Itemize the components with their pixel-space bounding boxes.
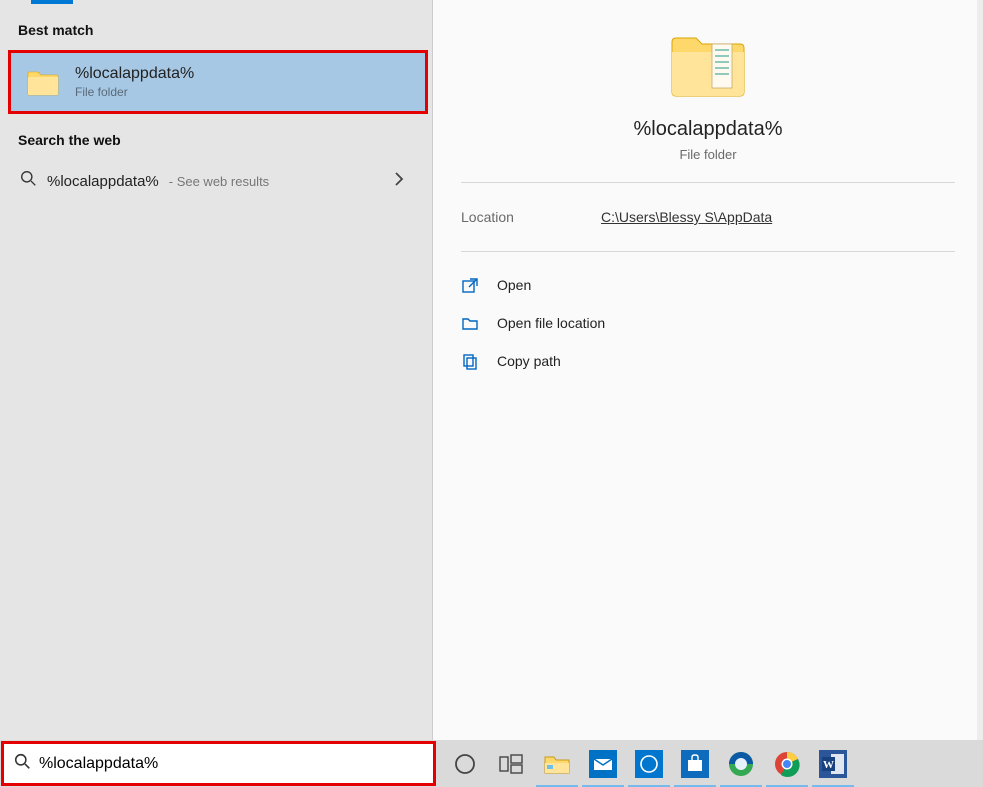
location-label: Location xyxy=(461,209,601,225)
open-file-location-action[interactable]: Open file location xyxy=(461,304,955,342)
web-result-label: %localappdata% xyxy=(47,173,159,190)
edge-browser-icon[interactable] xyxy=(718,740,764,787)
search-input[interactable] xyxy=(39,755,423,773)
search-web-header: Search the web xyxy=(0,114,432,160)
best-match-subtitle: File folder xyxy=(75,85,194,99)
taskbar-search-box[interactable] xyxy=(1,741,436,786)
folder-icon xyxy=(27,68,59,96)
dell-app-icon[interactable] xyxy=(626,740,672,787)
preview-title: %localappdata% xyxy=(634,118,783,141)
best-match-title: %localappdata% xyxy=(75,65,194,83)
folder-open-icon xyxy=(461,314,479,332)
open-file-location-label: Open file location xyxy=(497,315,605,331)
web-result-hint: - See web results xyxy=(169,174,269,189)
search-icon xyxy=(20,170,37,192)
cortana-icon[interactable] xyxy=(442,740,488,787)
location-path-link[interactable]: C:\Users\Blessy S\AppData xyxy=(601,209,772,225)
copy-icon xyxy=(461,352,479,370)
open-icon xyxy=(461,276,479,294)
copy-path-label: Copy path xyxy=(497,353,561,369)
chrome-browser-icon[interactable] xyxy=(764,740,810,787)
open-action[interactable]: Open xyxy=(461,266,955,304)
preview-panel: %localappdata% File folder Location C:\U… xyxy=(432,0,983,740)
scrollbar[interactable] xyxy=(977,0,983,740)
taskbar: W xyxy=(0,740,983,787)
store-app-icon[interactable] xyxy=(672,740,718,787)
open-label: Open xyxy=(497,277,531,293)
web-result-row[interactable]: %localappdata% - See web results xyxy=(0,160,432,202)
word-app-icon[interactable]: W xyxy=(810,740,856,787)
task-view-icon[interactable] xyxy=(488,740,534,787)
search-icon xyxy=(14,753,31,775)
svg-text:W: W xyxy=(823,759,834,771)
mail-app-icon[interactable] xyxy=(580,740,626,787)
best-match-result[interactable]: %localappdata% File folder xyxy=(8,50,428,114)
search-results-panel: Best match %localappdata% File folder Se… xyxy=(0,0,432,740)
file-explorer-icon[interactable] xyxy=(534,740,580,787)
preview-subtitle: File folder xyxy=(679,147,736,162)
chevron-right-icon xyxy=(394,172,414,191)
copy-path-action[interactable]: Copy path xyxy=(461,342,955,380)
folder-icon xyxy=(668,28,748,100)
best-match-header: Best match xyxy=(0,4,432,50)
